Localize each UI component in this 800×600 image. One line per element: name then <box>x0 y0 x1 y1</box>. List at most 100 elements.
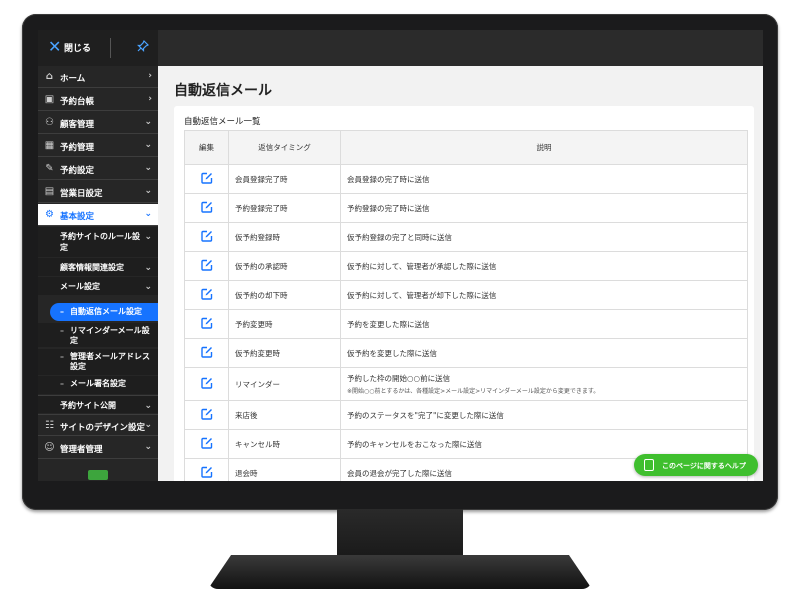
description-cell: 予約のステータスを"完了"に変更した際に送信 <box>340 400 748 430</box>
column-header-timing: 返信タイミング <box>228 130 341 165</box>
sidebar-item-label: ホーム <box>60 74 86 84</box>
help-document-icon <box>644 459 654 471</box>
chevron-down-icon: ⌄ <box>144 442 152 452</box>
description-text: 予約を変更した際に送信 <box>347 319 430 329</box>
timing-cell: 予約登録完了時 <box>228 193 341 223</box>
sidebar-item-home[interactable]: ⌂ ホーム › <box>38 66 158 88</box>
sidebar-item-basic-settings[interactable]: ⚙ 基本設定 ⌄ <box>38 204 158 226</box>
edit-cell <box>184 429 229 459</box>
sidebar-item-label: 予約管理 <box>60 143 95 153</box>
edit-cell <box>184 367 229 401</box>
sidebar-item-business-days[interactable]: ▤ 営業日設定 ⌄ <box>38 181 158 203</box>
table-row: 会員登録完了時 会員登録の完了時に送信 <box>184 164 748 194</box>
edit-icon[interactable] <box>200 172 213 184</box>
close-label[interactable]: 閉じる <box>64 41 91 54</box>
sidebar-mail-item-signature[interactable]: – メール署名設定 <box>38 376 158 394</box>
customers-icon: ⚇ <box>45 117 54 128</box>
description-text: 仮予約に対して、管理者が却下した際に送信 <box>347 290 497 300</box>
close-icon[interactable]: ✕ <box>48 39 62 55</box>
chevron-down-icon: ⌄ <box>144 140 152 150</box>
sidebar-item-ledger[interactable]: ▣ 予約台帳 › <box>38 89 158 111</box>
edit-cell <box>184 164 229 194</box>
timing-cell: リマインダー <box>228 367 341 401</box>
edit-cell <box>184 193 229 223</box>
edit-icon[interactable] <box>200 346 213 358</box>
calendar-icon: ▦ <box>44 140 55 151</box>
description-text: 仮予約を変更した際に送信 <box>347 348 437 358</box>
timing-cell: 退会時 <box>228 458 341 481</box>
chevron-down-icon: ⌄ <box>144 163 152 173</box>
timing-cell: 仮予約の却下時 <box>228 280 341 310</box>
edit-icon[interactable] <box>200 317 213 329</box>
table-row: 仮予約登録時 仮予約登録の完了と同時に送信 <box>184 222 748 252</box>
dash-marker: – <box>60 307 64 316</box>
auto-reply-table: 編集 返信タイミング 説明 会員登録完了時 会員登録の完了時に送信 予約登録完了時予… <box>184 130 748 481</box>
sidebar-item-admin[interactable]: ☺ 管理者管理 ⌄ <box>38 437 158 459</box>
sidebar-mail-item-label: 管理者メールアドレス設定 <box>70 352 150 371</box>
description-text: 会員の退会が完了した際に送信 <box>347 468 452 478</box>
table-row: 仮予約変更時 仮予約を変更した際に送信 <box>184 338 748 368</box>
divider <box>110 38 111 58</box>
gear-icon: ⚙ <box>45 209 54 220</box>
sidebar-mail-item-reminder[interactable]: – リマインダーメール設定 <box>38 323 158 347</box>
timing-cell: 予約変更時 <box>228 309 341 339</box>
edit-cell <box>184 222 229 252</box>
edit-icon[interactable] <box>200 408 213 420</box>
edit-icon[interactable] <box>200 377 213 389</box>
edit-cell <box>184 458 229 481</box>
table-row: 来店後 予約のステータスを"完了"に変更した際に送信 <box>184 400 748 430</box>
sidebar-item-reservations[interactable]: ▦ 予約管理 ⌄ <box>38 135 158 157</box>
sidebar-item-label: 営業日設定 <box>60 189 103 199</box>
sidebar-subitem-site-publish[interactable]: 予約サイト公開 ⌄ <box>38 395 158 413</box>
edit-icon[interactable] <box>200 288 213 300</box>
edit-icon[interactable] <box>200 437 213 449</box>
description-cell: 仮予約登録の完了と同時に送信 <box>340 222 748 252</box>
description-cell: 仮予約に対して、管理者が却下した際に送信 <box>340 280 748 310</box>
sidebar-subitem-mail-settings[interactable]: メール設定 ⌄ <box>38 277 158 295</box>
sidebar-mail-item-label: 自動返信メール設定 <box>70 307 142 316</box>
edit-icon[interactable] <box>200 259 213 271</box>
sidebar-item-site-design[interactable]: ☷ サイトのデザイン設定 ⌄ <box>38 414 158 436</box>
sidebar-subitem-site-rules[interactable]: 予約サイトのルール設定 ⌄ <box>38 227 158 257</box>
timing-cell: 仮予約変更時 <box>228 338 341 368</box>
chevron-right-icon: › <box>148 71 152 81</box>
dash-marker: – <box>60 379 64 388</box>
description-text: 予約のステータスを"完了"に変更した際に送信 <box>347 410 504 420</box>
description-cell: 仮予約に対して、管理者が承認した際に送信 <box>340 251 748 281</box>
dash-marker: – <box>60 352 64 361</box>
chevron-down-icon: ⌄ <box>144 232 152 242</box>
auto-reply-list-card: 自動返信メール一覧 編集 返信タイミング 説明 会員登録完了時 会員登録の完了時に… <box>174 106 754 481</box>
main-content: 自動返信メール 自動返信メール一覧 編集 返信タイミング 説明 会員登録完了時会… <box>158 66 763 481</box>
screen: ✕ 閉じる ⌂ ホーム › ▣ 予約台帳 › ⚇ 顧客管理 ⌄ ▦ 予約管理 ⌄ <box>38 30 763 481</box>
edit-icon[interactable] <box>200 466 213 478</box>
sidebar-item-reservation-settings[interactable]: ✎ 予約設定 ⌄ <box>38 158 158 180</box>
timing-cell: 仮予約の承認時 <box>228 251 341 281</box>
description-text: 予約した枠の開始○○前に送信 <box>347 374 451 383</box>
column-header-description: 説明 <box>340 130 748 165</box>
sidebar-item-label: 基本設定 <box>60 212 95 222</box>
sidebar-mail-item-auto-reply[interactable]: – 自動返信メール設定 <box>50 303 158 321</box>
sidebar-item-label: 顧客管理 <box>60 120 95 130</box>
table-row: 仮予約の却下時 仮予約に対して、管理者が却下した際に送信 <box>184 280 748 310</box>
ledger-icon: ▣ <box>44 94 55 105</box>
chevron-down-icon: ⌄ <box>144 263 152 273</box>
edit-icon[interactable] <box>200 230 213 242</box>
sidebar-item-label: サイトのデザイン設定 <box>60 423 146 433</box>
chevron-down-icon: ⌄ <box>144 282 152 292</box>
sidebar-subitem-label: 顧客情報関連設定 <box>60 263 124 272</box>
description-text: 仮予約に対して、管理者が承認した際に送信 <box>347 261 497 271</box>
sidebar-item-customers[interactable]: ⚇ 顧客管理 ⌄ <box>38 112 158 134</box>
description-cell: 会員登録の完了時に送信 <box>340 164 748 194</box>
edit-icon[interactable] <box>200 201 213 213</box>
description-text: 予約登録の完了時に送信 <box>347 203 430 213</box>
timing-cell: 会員登録完了時 <box>228 164 341 194</box>
user-icon: ☺ <box>44 442 55 453</box>
sidebar-mail-item-admin-address[interactable]: – 管理者メールアドレス設定 <box>38 349 158 375</box>
pin-icon[interactable] <box>137 39 150 55</box>
help-button[interactable]: このページに関するヘルプ <box>634 454 758 476</box>
description-cell: 予約した枠の開始○○前に送信 ※開始○○前とするかは、各種設定>メール設定>リマイ… <box>340 367 748 401</box>
chevron-down-icon: ⌄ <box>144 209 152 219</box>
sidebar-subitem-customer-info[interactable]: 顧客情報関連設定 ⌄ <box>38 258 158 276</box>
card-title: 自動返信メール一覧 <box>184 117 261 127</box>
timing-cell: 仮予約登録時 <box>228 222 341 252</box>
